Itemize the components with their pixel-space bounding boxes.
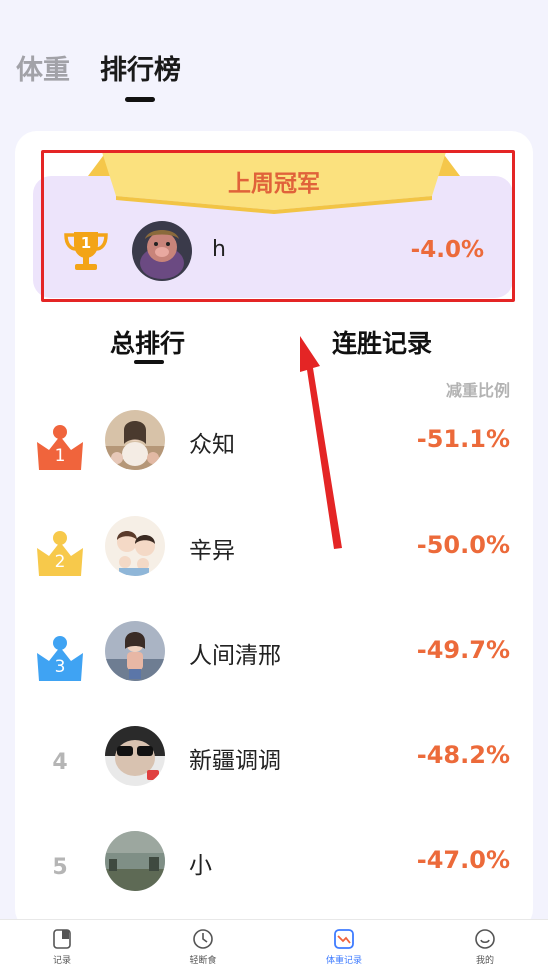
sub-tab-indicator xyxy=(134,360,164,364)
rank-number: 2 xyxy=(54,552,66,572)
tab-total-ranking[interactable]: 总排行 xyxy=(110,324,185,360)
ranking-row-2[interactable]: 2 辛异 -50.0% xyxy=(0,516,548,586)
rank-number: 5 xyxy=(52,855,68,880)
weight-chart-icon xyxy=(334,929,354,949)
nav-label: 记录 xyxy=(52,956,71,966)
nav-weight-record[interactable]: 体重记录 xyxy=(299,928,389,966)
avatar[interactable] xyxy=(105,516,165,576)
tab-indicator xyxy=(125,97,155,102)
rank-user-name: 辛异 xyxy=(189,538,235,564)
rank-number: 4 xyxy=(52,750,68,775)
rank-number: 3 xyxy=(54,657,66,677)
nav-record[interactable]: 记录 xyxy=(17,928,107,966)
tab-leaderboard[interactable]: 排行榜 xyxy=(100,48,181,87)
ranking-row-5[interactable]: 5 小 -47.0% xyxy=(0,831,548,901)
rank-percent: -47.0% xyxy=(416,846,510,874)
avatar[interactable] xyxy=(105,621,165,681)
rank-percent: -50.0% xyxy=(416,531,510,559)
top-tab-bar: 体重 排行榜 xyxy=(0,0,548,120)
tab-weight[interactable]: 体重 xyxy=(16,48,70,87)
nav-label: 体重记录 xyxy=(325,956,362,966)
clock-icon xyxy=(193,929,213,949)
bottom-nav: 记录 轻断食 体重记录 我的 xyxy=(0,919,548,968)
rank-user-name: 新疆调调 xyxy=(189,748,281,774)
annotation-highlight-box xyxy=(41,150,515,302)
rank-user-name: 小 xyxy=(189,853,212,879)
nav-mine[interactable]: 我的 xyxy=(440,928,530,966)
nav-fasting[interactable]: 轻断食 xyxy=(158,928,248,966)
rank-number: 1 xyxy=(54,446,66,466)
avatar[interactable] xyxy=(105,831,165,891)
rank-user-name: 众知 xyxy=(189,432,235,458)
avatar[interactable] xyxy=(105,726,165,786)
ranking-row-1[interactable]: 1 众知 -51.1% xyxy=(0,410,548,480)
smile-icon xyxy=(475,929,495,949)
rank-user-name: 人间清邢 xyxy=(189,643,281,669)
rank-percent: -49.7% xyxy=(416,636,510,664)
ranking-row-4[interactable]: 4 新疆调调 -48.2% xyxy=(0,726,548,796)
record-icon xyxy=(53,929,71,949)
rank-percent: -51.1% xyxy=(416,425,510,453)
column-header-weight-loss-ratio: 减重比例 xyxy=(445,381,510,400)
rank-percent: -48.2% xyxy=(416,741,510,769)
nav-label: 我的 xyxy=(475,956,494,966)
ranking-row-3[interactable]: 3 人间清邢 -49.7% xyxy=(0,621,548,691)
avatar[interactable] xyxy=(105,410,165,470)
nav-label: 轻断食 xyxy=(189,956,217,966)
